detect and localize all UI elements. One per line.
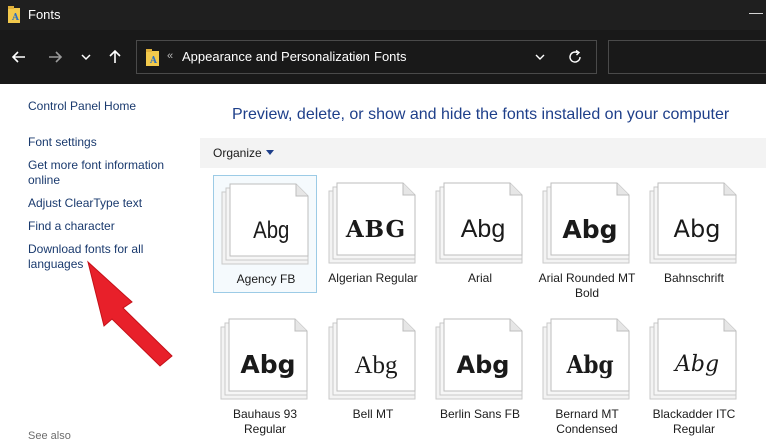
font-name: Algerian Regular <box>328 271 418 285</box>
title-bar: A Fonts — <box>0 0 766 30</box>
navigation-bar: A « Appearance and Personalization › Fon… <box>0 30 766 84</box>
address-bar[interactable]: A « Appearance and Personalization › Fon… <box>136 40 597 74</box>
font-name: Berlin Sans FB <box>439 407 521 421</box>
svg-text:A: A <box>149 56 158 66</box>
font-tile-berlin-sans[interactable]: Abg Berlin Sans FB <box>428 311 532 439</box>
see-also-heading: See also <box>28 430 71 439</box>
font-file-icon: Abg <box>542 318 630 400</box>
cleartype-link[interactable]: Adjust ClearType text <box>28 196 188 211</box>
fonts-folder-icon: A <box>146 49 159 66</box>
forward-button[interactable] <box>42 44 68 70</box>
svg-text:Abg: Abg <box>461 215 505 243</box>
font-tile-arial-rounded[interactable]: Abg Arial Rounded MT Bold <box>535 175 639 307</box>
address-dropdown-icon[interactable] <box>533 50 547 64</box>
svg-text:ABG: ABG <box>345 216 406 243</box>
font-tile-arial[interactable]: Abg Arial <box>428 175 532 293</box>
font-file-icon: Abg <box>328 318 416 400</box>
svg-text:Abg: Abg <box>354 352 398 379</box>
font-file-icon: Abg <box>542 182 630 264</box>
svg-text:Abg: Abg <box>457 351 510 379</box>
svg-text:Abg: Abg <box>240 350 295 379</box>
minimize-button[interactable]: — <box>746 2 766 26</box>
font-name: Arial <box>467 271 492 285</box>
more-font-info-link[interactable]: Get more font information online <box>28 158 178 188</box>
control-panel-home-link[interactable]: Control Panel Home <box>28 99 188 114</box>
window-title: Fonts <box>28 7 61 22</box>
font-file-icon: Abg <box>221 183 309 265</box>
svg-text:Abg: Abg <box>673 352 719 377</box>
breadcrumb-fonts[interactable]: Fonts <box>374 49 407 64</box>
font-tile-bell-mt[interactable]: Abg Bell MT <box>321 311 425 439</box>
search-input[interactable] <box>608 40 766 74</box>
svg-text:Abg: Abg <box>674 215 721 243</box>
up-button[interactable] <box>102 44 128 70</box>
refresh-icon[interactable] <box>567 49 583 65</box>
download-fonts-link[interactable]: Download fonts for all languages <box>28 242 168 272</box>
address-overflow-chevrons[interactable]: « <box>167 50 173 62</box>
svg-text:A: A <box>11 13 20 23</box>
command-bar: Organize <box>200 138 766 168</box>
font-file-icon: Abg <box>435 182 523 264</box>
font-file-icon: Abg <box>435 318 523 400</box>
font-file-icon: Abg <box>649 318 737 400</box>
font-file-icon: ABG <box>328 182 416 264</box>
font-tile-algerian[interactable]: ABG Algerian Regular <box>321 175 425 293</box>
font-name: Bell MT <box>352 407 394 421</box>
recent-locations-button[interactable] <box>73 44 99 70</box>
back-button[interactable] <box>6 44 32 70</box>
font-file-icon: Abg <box>649 182 737 264</box>
arrow-left-icon <box>11 51 25 63</box>
font-tile-blackadder[interactable]: Abg Blackadder ITC Regular <box>642 311 746 439</box>
font-name: Agency FB <box>236 272 296 286</box>
font-settings-link[interactable]: Font settings <box>28 135 188 150</box>
breadcrumb-appearance[interactable]: Appearance and Personalization <box>182 49 370 64</box>
svg-text:Abg: Abg <box>253 216 289 243</box>
svg-text:Abg: Abg <box>566 352 614 379</box>
svg-text:Abg: Abg <box>562 215 617 244</box>
font-tile-agency-fb[interactable]: Abg Agency FB <box>213 175 317 293</box>
font-tile-bernard-mt[interactable]: Abg Bernard MT Condensed <box>535 311 639 439</box>
font-tile-bauhaus[interactable]: Abg Bauhaus 93 Regular <box>213 311 317 439</box>
organize-button[interactable]: Organize <box>213 146 262 160</box>
page-title: Preview, delete, or show and hide the fo… <box>232 106 730 123</box>
left-task-pane: Control Panel Home Font settings Get mor… <box>0 84 200 439</box>
caret-down-icon[interactable] <box>266 150 274 155</box>
font-name: Bahnschrift <box>663 271 725 285</box>
fonts-folder-icon: A <box>8 6 20 23</box>
font-tile-bahnschrift[interactable]: Abg Bahnschrift <box>642 175 746 293</box>
font-name: Blackadder ITC Regular <box>652 407 736 436</box>
font-name: Arial Rounded MT Bold <box>538 271 636 300</box>
arrow-right-icon <box>49 51 63 63</box>
font-file-icon: Abg <box>220 318 308 400</box>
chevron-down-icon <box>81 54 91 61</box>
arrow-up-icon <box>109 49 121 63</box>
breadcrumb-separator[interactable]: › <box>356 49 360 64</box>
font-name: Bernard MT Condensed <box>555 407 619 436</box>
find-character-link[interactable]: Find a character <box>28 219 188 234</box>
font-name: Bauhaus 93 Regular <box>232 407 298 436</box>
